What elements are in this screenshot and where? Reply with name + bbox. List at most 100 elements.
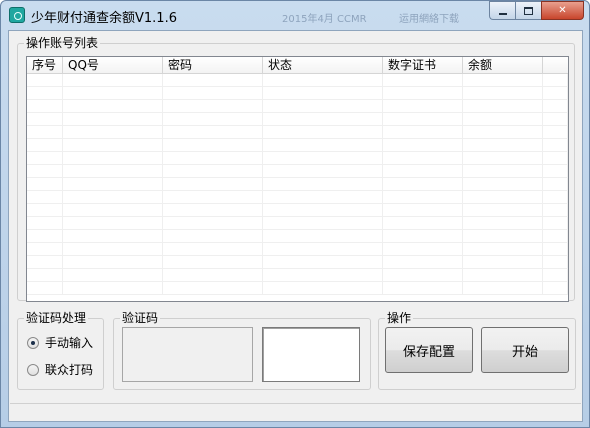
- table-cell: [543, 126, 568, 138]
- table-cell: [463, 113, 543, 125]
- table-cell: [27, 74, 63, 86]
- radio-lianzhong[interactable]: 联众打码: [27, 361, 93, 378]
- table-row: [27, 269, 568, 282]
- table-cell: [543, 152, 568, 164]
- table-cell: [463, 87, 543, 99]
- table-cell: [263, 243, 383, 255]
- column-header-status[interactable]: 状态: [263, 57, 383, 74]
- table-cell: [463, 139, 543, 151]
- table-row: [27, 204, 568, 217]
- radio-button[interactable]: [27, 363, 39, 376]
- captcha-input[interactable]: [262, 327, 360, 382]
- table-cell: [163, 87, 263, 99]
- radio-button-selected[interactable]: [27, 336, 39, 349]
- table-row: [27, 282, 568, 295]
- column-header-filler: [543, 57, 568, 74]
- start-button[interactable]: 开始: [481, 327, 569, 373]
- table-cell: [463, 126, 543, 138]
- table-cell: [263, 113, 383, 125]
- close-button[interactable]: ✕: [541, 1, 584, 20]
- column-header-index[interactable]: 序号: [27, 57, 63, 74]
- column-header-certificate[interactable]: 数字证书: [383, 57, 463, 74]
- table-cell: [63, 191, 163, 203]
- app-icon: [9, 7, 25, 23]
- table-row: [27, 178, 568, 191]
- table-cell: [463, 178, 543, 190]
- table-cell: [27, 230, 63, 242]
- table-cell: [543, 74, 568, 86]
- table-cell: [463, 282, 543, 294]
- table-cell: [543, 178, 568, 190]
- table-cell: [543, 230, 568, 242]
- table-cell: [163, 230, 263, 242]
- table-cell: [543, 256, 568, 268]
- table-cell: [27, 139, 63, 151]
- table-cell: [543, 204, 568, 216]
- app-window: 少年财付通查余额V1.1.6 2015年4月 CCMR 运用網絡下载 ✕ 操作账…: [0, 0, 590, 428]
- table-cell: [263, 139, 383, 151]
- table-cell: [163, 178, 263, 190]
- table-cell: [163, 217, 263, 229]
- table-cell: [463, 230, 543, 242]
- table-cell: [63, 282, 163, 294]
- table-cell: [163, 126, 263, 138]
- table-cell: [463, 256, 543, 268]
- table-cell: [543, 282, 568, 294]
- column-header-balance[interactable]: 余额: [463, 57, 543, 74]
- minimize-icon: [498, 12, 507, 15]
- table-cell: [27, 282, 63, 294]
- table-cell: [383, 243, 463, 255]
- table-row: [27, 87, 568, 100]
- table-cell: [263, 87, 383, 99]
- table-cell: [263, 217, 383, 229]
- account-list-body: [27, 74, 568, 301]
- title-bar[interactable]: 少年财付通查余额V1.1.6 2015年4月 CCMR 运用網絡下载 ✕: [1, 1, 589, 29]
- table-cell: [463, 74, 543, 86]
- table-row: [27, 230, 568, 243]
- table-cell: [463, 152, 543, 164]
- table-cell: [63, 165, 163, 177]
- status-bar: [10, 403, 581, 421]
- save-config-button[interactable]: 保存配置: [385, 327, 473, 373]
- radio-manual-input[interactable]: 手动输入: [27, 334, 93, 351]
- table-cell: [163, 113, 263, 125]
- table-cell: [383, 87, 463, 99]
- column-header-password[interactable]: 密码: [163, 57, 263, 74]
- table-cell: [27, 269, 63, 281]
- table-cell: [383, 204, 463, 216]
- table-cell: [27, 256, 63, 268]
- table-cell: [27, 243, 63, 255]
- table-cell: [463, 165, 543, 177]
- radio-label: 联众打码: [45, 363, 94, 377]
- account-list-header: 序号 QQ号 密码 状态 数字证书 余额: [27, 57, 568, 74]
- table-cell: [27, 204, 63, 216]
- title-ghost-text: 2015年4月 CCMR: [282, 14, 367, 25]
- table-cell: [63, 139, 163, 151]
- table-cell: [383, 256, 463, 268]
- table-cell: [63, 74, 163, 86]
- table-cell: [463, 191, 543, 203]
- captcha-group: 验证码: [113, 311, 371, 390]
- table-row: [27, 191, 568, 204]
- table-cell: [27, 113, 63, 125]
- account-list[interactable]: 序号 QQ号 密码 状态 数字证书 余额: [26, 56, 569, 302]
- minimize-button[interactable]: [489, 1, 515, 20]
- table-row: [27, 165, 568, 178]
- table-cell: [63, 256, 163, 268]
- table-cell: [543, 191, 568, 203]
- table-cell: [27, 126, 63, 138]
- table-cell: [383, 165, 463, 177]
- table-cell: [63, 126, 163, 138]
- table-cell: [63, 100, 163, 112]
- table-cell: [383, 113, 463, 125]
- table-cell: [63, 87, 163, 99]
- table-cell: [163, 152, 263, 164]
- table-row: [27, 113, 568, 126]
- table-cell: [383, 178, 463, 190]
- table-cell: [383, 126, 463, 138]
- column-header-qq[interactable]: QQ号: [63, 57, 163, 74]
- table-cell: [163, 269, 263, 281]
- maximize-button[interactable]: [515, 1, 541, 20]
- table-cell: [543, 165, 568, 177]
- table-cell: [543, 139, 568, 151]
